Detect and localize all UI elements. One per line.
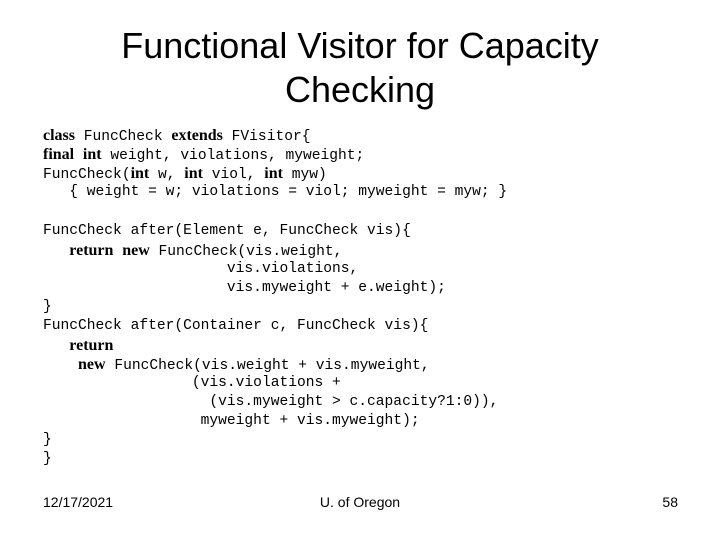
slide: Functional Visitor for Capacity Checking… bbox=[0, 0, 720, 540]
code-text: FuncCheck after(Container c, FuncCheck v… bbox=[43, 318, 429, 334]
code-keyword: final bbox=[43, 146, 75, 163]
code-line: FuncCheck(int w, int viol, int myw) bbox=[43, 164, 327, 183]
code-line: FuncCheck after(Container c, FuncCheck v… bbox=[43, 317, 428, 336]
code-text: myw) bbox=[282, 167, 327, 183]
code-line: vis.myweight + e.weight); bbox=[43, 279, 446, 298]
code-text: FuncCheck(vis.weight, bbox=[149, 244, 343, 260]
code-line: return bbox=[43, 336, 113, 355]
code-keyword: int bbox=[264, 165, 283, 182]
code-text: FuncCheck(vis.weight + vis.myweight, bbox=[105, 358, 430, 374]
code-line: class FuncCheck extends FVisitor{ bbox=[43, 126, 310, 145]
code-text: } bbox=[43, 299, 52, 315]
code-text: } bbox=[43, 432, 52, 448]
code-text: FuncCheck after(Element e, FuncCheck vis… bbox=[43, 223, 411, 239]
code-line: } bbox=[43, 450, 52, 469]
code-text: FuncCheck( bbox=[43, 167, 131, 183]
code-text: w, bbox=[149, 167, 185, 183]
code-line: final int weight, violations, myweight; bbox=[43, 145, 364, 164]
code-line: myweight + vis.myweight); bbox=[43, 412, 420, 431]
code-line: } bbox=[43, 298, 52, 317]
slide-number: 58 bbox=[662, 494, 678, 510]
slide-title-line-1: Functional Visitor for Capacity bbox=[121, 25, 599, 66]
code-line: return new FuncCheck(vis.weight, bbox=[43, 241, 342, 260]
code-keyword: return bbox=[69, 337, 114, 354]
code-line: } bbox=[43, 431, 52, 450]
code-keyword: extends bbox=[171, 127, 223, 144]
code-line: new FuncCheck(vis.weight + vis.myweight, bbox=[43, 355, 430, 374]
code-keyword: int bbox=[184, 165, 203, 182]
slide-title: Functional Visitor for Capacity Checking bbox=[40, 24, 680, 112]
code-line: FuncCheck after(Element e, FuncCheck vis… bbox=[43, 222, 411, 241]
code-line: { weight = w; violations = viol; myweigh… bbox=[43, 183, 507, 202]
code-line: (vis.myweight > c.capacity?1:0)), bbox=[43, 393, 498, 412]
code-text: FVisitor{ bbox=[222, 129, 311, 145]
code-line: vis.violations, bbox=[43, 260, 358, 279]
code-text: (vis.violations + bbox=[43, 375, 341, 391]
code-text: viol, bbox=[202, 167, 265, 183]
code-line: (vis.violations + bbox=[43, 374, 341, 393]
code-keyword: new bbox=[122, 242, 150, 259]
code-keyword: int bbox=[130, 165, 150, 182]
code-text: vis.violations, bbox=[43, 261, 359, 277]
footer-organization: U. of Oregon bbox=[319, 494, 401, 510]
code-text: weight, violations, myweight; bbox=[101, 148, 365, 164]
slide-title-line-2: Checking bbox=[284, 69, 436, 110]
code-keyword: return bbox=[69, 242, 114, 259]
code-keyword: int bbox=[82, 146, 102, 163]
code-text: vis.myweight + e.weight); bbox=[43, 280, 446, 296]
code-text: } bbox=[43, 451, 52, 467]
code-text: myweight + vis.myweight); bbox=[43, 413, 420, 429]
code-text: (vis.myweight > c.capacity?1:0)), bbox=[43, 394, 499, 410]
code-text: FuncCheck bbox=[75, 129, 172, 145]
code-text: { weight = w; violations = viol; myweigh… bbox=[43, 184, 508, 200]
code-keyword: class bbox=[43, 127, 75, 144]
code-keyword: new bbox=[78, 356, 106, 373]
